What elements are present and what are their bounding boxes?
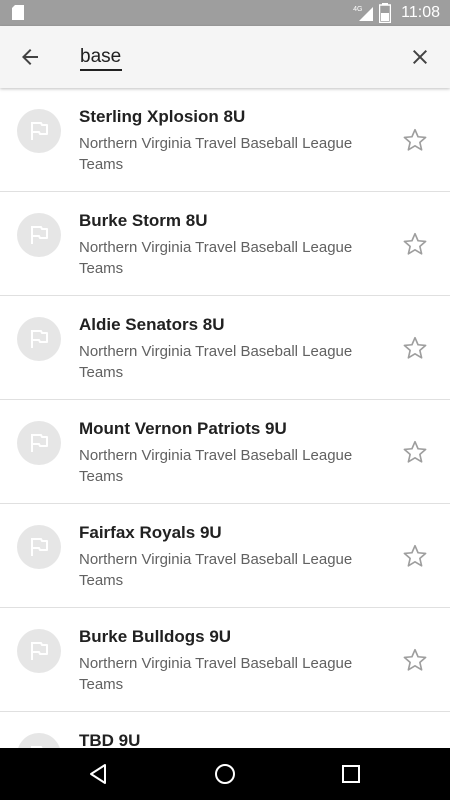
- team-name: TBD 9U: [79, 731, 141, 748]
- team-league: Northern Virginia Travel Baseball League…: [79, 551, 353, 589]
- clock: 11:08: [401, 4, 440, 21]
- flag-icon: [31, 538, 48, 556]
- avatar: [17, 733, 61, 748]
- team-name: Aldie Senators 8U: [79, 315, 225, 334]
- team-league: Northern Virginia Travel Baseball League…: [79, 655, 353, 693]
- recents-square-icon[interactable]: [339, 762, 363, 786]
- network-type-label: 4G: [353, 6, 363, 13]
- flag-icon: [31, 330, 48, 348]
- list-item[interactable]: Fairfax Royals 9U Northern Virginia Trav…: [0, 504, 450, 608]
- sd-card-icon: [12, 5, 24, 20]
- avatar: [17, 525, 61, 569]
- flag-icon: [31, 642, 48, 660]
- team-name: Burke Bulldogs 9U: [79, 627, 232, 646]
- team-name: Sterling Xplosion 8U: [79, 107, 246, 126]
- star-icon[interactable]: [402, 335, 428, 361]
- avatar: [17, 629, 61, 673]
- team-league: Northern Virginia Travel Baseball League…: [79, 343, 353, 381]
- team-league: Northern Virginia Travel Baseball League…: [79, 135, 353, 173]
- avatar: [17, 421, 61, 465]
- list-item[interactable]: Burke Storm 8U Northern Virginia Travel …: [0, 192, 450, 296]
- avatar: [17, 213, 61, 257]
- navigation-bar: [0, 748, 450, 800]
- status-bar: 4G 11:08: [0, 0, 450, 26]
- team-name: Mount Vernon Patriots 9U: [79, 419, 287, 438]
- back-arrow-icon[interactable]: [18, 45, 42, 69]
- home-circle-icon[interactable]: [213, 762, 237, 786]
- list-item[interactable]: Burke Bulldogs 9U Northern Virginia Trav…: [0, 608, 450, 712]
- list-item[interactable]: Sterling Xplosion 8U Northern Virginia T…: [0, 88, 450, 192]
- star-icon[interactable]: [402, 127, 428, 153]
- list-item[interactable]: TBD 9U: [0, 712, 450, 748]
- status-icons: 4G 11:08: [353, 0, 440, 26]
- star-icon[interactable]: [402, 231, 428, 257]
- back-triangle-icon[interactable]: [86, 762, 110, 786]
- battery-icon: [379, 3, 392, 23]
- search-input[interactable]: [80, 42, 380, 72]
- team-league: Northern Virginia Travel Baseball League…: [79, 447, 353, 485]
- star-icon[interactable]: [402, 647, 428, 673]
- search-input-cursor: [80, 69, 122, 71]
- star-icon[interactable]: [402, 543, 428, 569]
- star-icon[interactable]: [402, 439, 428, 465]
- close-icon[interactable]: [408, 45, 432, 69]
- avatar: [17, 317, 61, 361]
- avatar: [17, 109, 61, 153]
- signal-icon: 4G: [353, 3, 374, 23]
- team-name: Burke Storm 8U: [79, 211, 208, 230]
- list-item[interactable]: Mount Vernon Patriots 9U Northern Virgin…: [0, 400, 450, 504]
- list-item[interactable]: Aldie Senators 8U Northern Virginia Trav…: [0, 296, 450, 400]
- flag-icon: [31, 434, 48, 452]
- flag-icon: [31, 226, 48, 244]
- team-league: Northern Virginia Travel Baseball League…: [79, 239, 353, 277]
- results-list: Sterling Xplosion 8U Northern Virginia T…: [0, 88, 450, 748]
- flag-icon: [31, 122, 48, 140]
- team-name: Fairfax Royals 9U: [79, 523, 222, 542]
- search-bar: [0, 26, 450, 88]
